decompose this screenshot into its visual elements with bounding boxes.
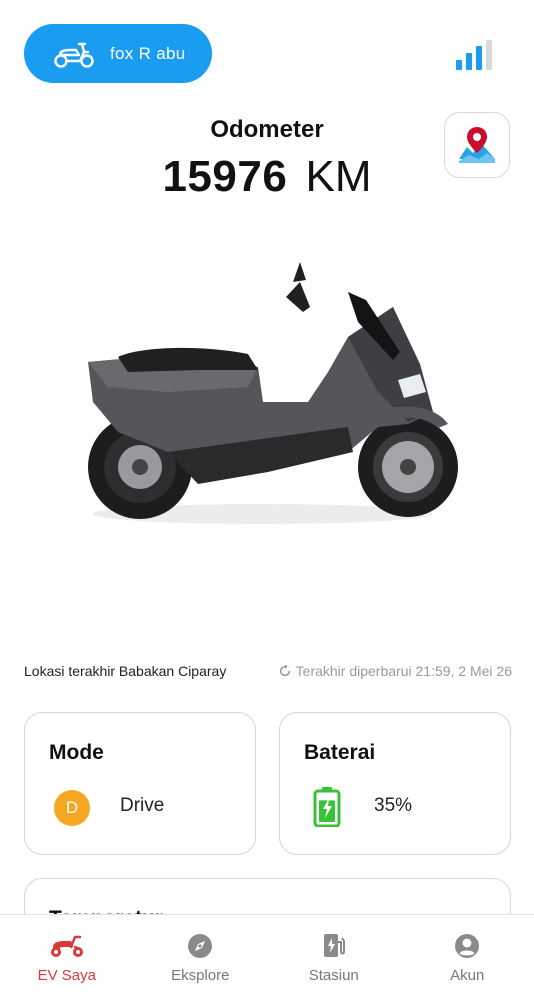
nav-item-ev-saya[interactable]: EV Saya bbox=[0, 915, 134, 1000]
last-updated-row: Terakhir diperbarui 21:59, 2 Mei 26 bbox=[262, 661, 512, 681]
charging-station-icon bbox=[323, 934, 345, 957]
scooter-icon bbox=[54, 42, 94, 68]
last-updated-text: Terakhir diperbarui 21:59, 2 Mei 26 bbox=[295, 663, 512, 679]
refresh-icon[interactable] bbox=[278, 664, 292, 678]
nav-label-ev-saya: EV Saya bbox=[37, 967, 96, 984]
odometer-value: 15976 bbox=[162, 152, 288, 201]
mode-card[interactable]: Mode D Drive bbox=[24, 712, 256, 855]
account-icon bbox=[455, 934, 480, 958]
vehicle-name: fox R abu bbox=[110, 43, 186, 63]
battery-value: 35% bbox=[374, 795, 413, 816]
mode-value: Drive bbox=[120, 795, 165, 816]
battery-card[interactable]: Baterai 35% bbox=[279, 712, 511, 855]
nav-item-akun[interactable]: Akun bbox=[401, 915, 534, 1000]
battery-charging-icon bbox=[313, 787, 341, 827]
signal-strength-icon bbox=[456, 40, 492, 70]
mode-card-title: Mode bbox=[49, 741, 104, 764]
nav-item-stasiun[interactable]: Stasiun bbox=[267, 915, 401, 1000]
scooter-image bbox=[88, 262, 458, 524]
ev-dashboard-screen: fox R abu Odometer 15976 KM Lokasi terak… bbox=[0, 0, 534, 1000]
vehicle-selector-button[interactable]: fox R abu bbox=[24, 24, 212, 83]
map-location-button[interactable] bbox=[444, 112, 510, 178]
compass-icon bbox=[188, 934, 213, 958]
nav-label-stasiun: Stasiun bbox=[308, 967, 359, 984]
scooter-icon bbox=[50, 935, 83, 957]
nav-label-eksplore: Eksplore bbox=[171, 967, 230, 984]
odometer-unit: KM bbox=[305, 152, 372, 201]
battery-card-title: Baterai bbox=[304, 741, 376, 764]
nav-item-eksplore[interactable]: Eksplore bbox=[134, 915, 268, 1000]
last-location-text: Lokasi terakhir Babakan Ciparay bbox=[24, 663, 227, 679]
map-pin-icon bbox=[459, 127, 495, 163]
drive-mode-badge: D bbox=[54, 790, 90, 826]
nav-label-akun: Akun bbox=[450, 967, 485, 984]
bottom-navigation: EV Saya Eksplore Stasiun Akun bbox=[0, 914, 534, 1000]
